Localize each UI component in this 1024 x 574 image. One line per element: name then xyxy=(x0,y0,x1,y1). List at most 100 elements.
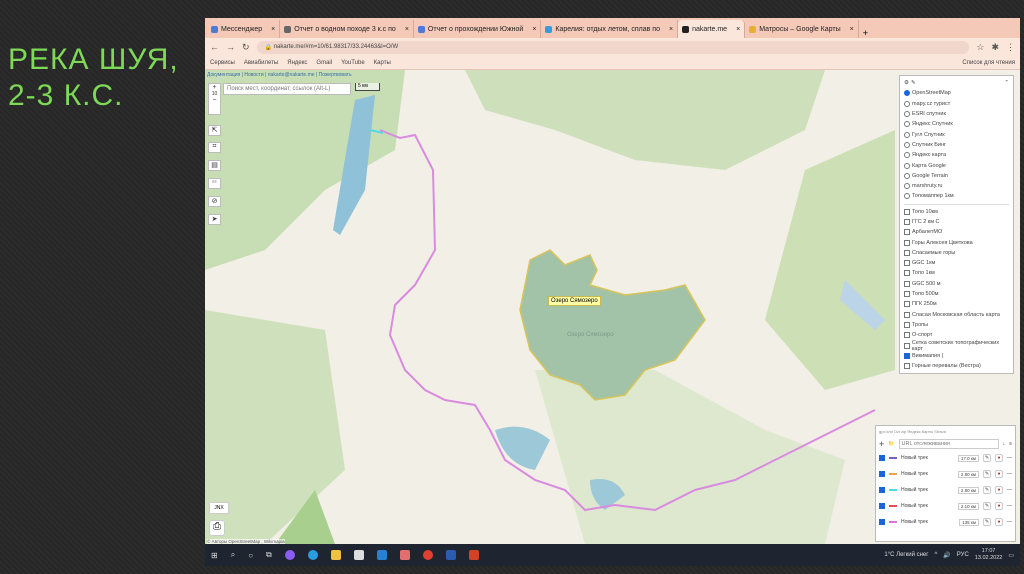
checkbox[interactable] xyxy=(904,219,910,225)
tab[interactable]: Отчет о водном походе 3 к.с по × xyxy=(280,20,414,38)
edit-track-icon[interactable]: ✎ xyxy=(983,454,991,462)
map-view[interactable]: Документация | Новости | nakarte@nakarte… xyxy=(205,70,1020,544)
url-input[interactable]: 🔒 nakarte.me/#m=10/61.98317/33.24463&l=O… xyxy=(256,40,970,54)
checkbox[interactable] xyxy=(904,270,910,277)
checkbox[interactable] xyxy=(904,311,910,318)
edit-track-icon[interactable]: ✎ xyxy=(983,486,991,494)
overlay-layer-option[interactable]: Горы Алексея Цветкова xyxy=(904,237,1009,247)
radio-button[interactable] xyxy=(904,141,910,148)
close-icon[interactable]: × xyxy=(736,26,740,33)
tray-chevron-icon[interactable]: ^ xyxy=(934,552,937,558)
base-layer-option[interactable]: ESRI спутник xyxy=(904,109,1009,119)
track-visibility-checkbox[interactable] xyxy=(879,487,885,493)
track-color-swatch[interactable] xyxy=(889,521,897,523)
doc-links[interactable]: Документация | Новости | nakarte@nakarte… xyxy=(207,72,352,78)
checkbox[interactable] xyxy=(904,291,910,298)
coordinates-icon[interactable]: ≡≡ xyxy=(208,178,221,189)
pdf-app-icon[interactable] xyxy=(399,550,410,560)
menu-icon[interactable]: ≡ xyxy=(1009,441,1012,447)
checkbox[interactable] xyxy=(904,260,910,267)
radio-button[interactable] xyxy=(904,162,910,169)
overlay-layer-option[interactable]: Горные перевалы (Вестра) xyxy=(904,361,1009,371)
search-icon[interactable]: ⌕ xyxy=(231,550,235,560)
delete-track-icon[interactable]: ● xyxy=(995,470,1003,478)
close-icon[interactable]: × xyxy=(271,26,275,33)
overlay-layer-option[interactable]: Топо 10км xyxy=(904,207,1009,217)
bookmark[interactable]: Авиабилеты xyxy=(244,60,278,66)
tab[interactable]: Мессенджер × xyxy=(207,20,281,38)
overlay-layer-option[interactable]: GGC 500 м xyxy=(904,279,1009,289)
checkbox[interactable] xyxy=(904,301,910,308)
cortana-icon[interactable]: ○ xyxy=(248,551,253,560)
track-menu-icon[interactable]: — xyxy=(1007,519,1012,525)
checkbox[interactable] xyxy=(904,239,910,246)
edit-track-icon[interactable]: ✎ xyxy=(983,470,991,478)
track-visibility-checkbox[interactable] xyxy=(879,471,885,477)
delete-track-icon[interactable]: ● xyxy=(995,454,1003,462)
base-layer-option[interactable]: Спутник Бинг xyxy=(904,140,1009,150)
radio-button[interactable] xyxy=(904,152,910,159)
track-name[interactable]: Новый трек xyxy=(901,455,928,461)
tab-active[interactable]: nakarte.me × xyxy=(678,20,746,38)
radio-button[interactable] xyxy=(904,90,910,97)
track-color-swatch[interactable] xyxy=(889,505,897,507)
radio-button[interactable] xyxy=(904,100,910,107)
base-layer-option[interactable]: Топомаппер 1км xyxy=(904,191,1009,201)
new-tab-button[interactable]: + xyxy=(859,28,872,38)
search-input[interactable]: Поиск мест, координат, ссылок (Alt-L) xyxy=(223,83,351,95)
base-layer-option[interactable]: mapy.cz турист xyxy=(904,99,1009,109)
menu-icon[interactable]: ⋮ xyxy=(1006,42,1015,53)
delete-track-icon[interactable]: ● xyxy=(995,518,1003,526)
powerpoint-app-icon[interactable] xyxy=(468,550,479,560)
tab[interactable]: Отчет о прохождении Южной × xyxy=(414,20,542,38)
base-layer-option[interactable]: Яндекс карта xyxy=(904,150,1009,160)
star-icon[interactable]: ☆ xyxy=(976,42,984,53)
track-name[interactable]: Новый трек xyxy=(901,487,928,493)
checkbox[interactable] xyxy=(904,363,910,370)
bookmark[interactable]: Gmail xyxy=(316,60,332,66)
edit-track-icon[interactable]: ✎ xyxy=(983,502,991,510)
track-menu-icon[interactable]: — xyxy=(1007,487,1012,493)
track-name[interactable]: Новый трек xyxy=(901,503,928,509)
overlay-layer-option[interactable]: Спасаемые горы xyxy=(904,248,1009,258)
radio-button[interactable] xyxy=(904,183,910,190)
tab[interactable]: Матросы – Google Карты × xyxy=(745,20,859,38)
checkbox[interactable] xyxy=(904,280,910,287)
radio-button[interactable] xyxy=(904,111,910,118)
reading-list[interactable]: Список для чтения xyxy=(962,60,1015,66)
pencil-icon[interactable]: ✎ xyxy=(911,80,916,86)
track-menu-icon[interactable]: — xyxy=(1007,455,1012,461)
weather[interactable]: 1°C Легкий снег xyxy=(884,552,928,558)
word-app-icon[interactable] xyxy=(445,550,456,560)
jnx-button[interactable]: JNX xyxy=(209,502,229,514)
overlay-layer-option[interactable]: GGC 1км xyxy=(904,258,1009,268)
base-layer-option[interactable]: OpenStreetMap xyxy=(904,88,1009,98)
overlay-layer-option[interactable]: Топо 1км xyxy=(904,268,1009,278)
close-icon[interactable]: × xyxy=(850,26,854,33)
print-icon[interactable]: ⎙ xyxy=(209,520,225,536)
task-view-icon[interactable]: ⧉ xyxy=(266,550,272,560)
volume-icon[interactable]: 🔊 xyxy=(943,552,950,559)
radio-button[interactable] xyxy=(904,131,910,138)
collapse-icon[interactable]: ⌃ xyxy=(1004,80,1009,86)
track-menu-icon[interactable]: — xyxy=(1007,503,1012,509)
overlay-layer-option[interactable]: Сетка советских топографических карт xyxy=(904,340,1009,352)
track-visibility-checkbox[interactable] xyxy=(879,455,885,461)
delete-track-icon[interactable]: ● xyxy=(995,486,1003,494)
overlay-layer-option[interactable]: Тропы xyxy=(904,320,1009,330)
track-color-swatch[interactable] xyxy=(889,473,897,475)
checkbox[interactable] xyxy=(904,249,910,256)
checkbox[interactable] xyxy=(904,321,910,328)
delete-track-icon[interactable]: ● xyxy=(995,502,1003,510)
external-link-icon[interactable]: ⇱ xyxy=(208,125,221,136)
base-layer-option[interactable]: Яндекс Спутник xyxy=(904,119,1009,129)
reload-icon[interactable]: ↻ xyxy=(242,42,250,53)
base-layer-option[interactable]: marshruty.ru xyxy=(904,181,1009,191)
base-layer-option[interactable]: Google Terrain xyxy=(904,171,1009,181)
edge-app-icon[interactable] xyxy=(307,550,318,560)
close-icon[interactable]: × xyxy=(405,26,409,33)
bookmark[interactable]: Карты xyxy=(374,60,391,66)
windows-start-icon[interactable]: ⊞ xyxy=(211,551,218,560)
bookmark[interactable]: Яндекс xyxy=(287,60,307,66)
clock[interactable]: 17:07 13.02.2022 xyxy=(975,548,1003,562)
